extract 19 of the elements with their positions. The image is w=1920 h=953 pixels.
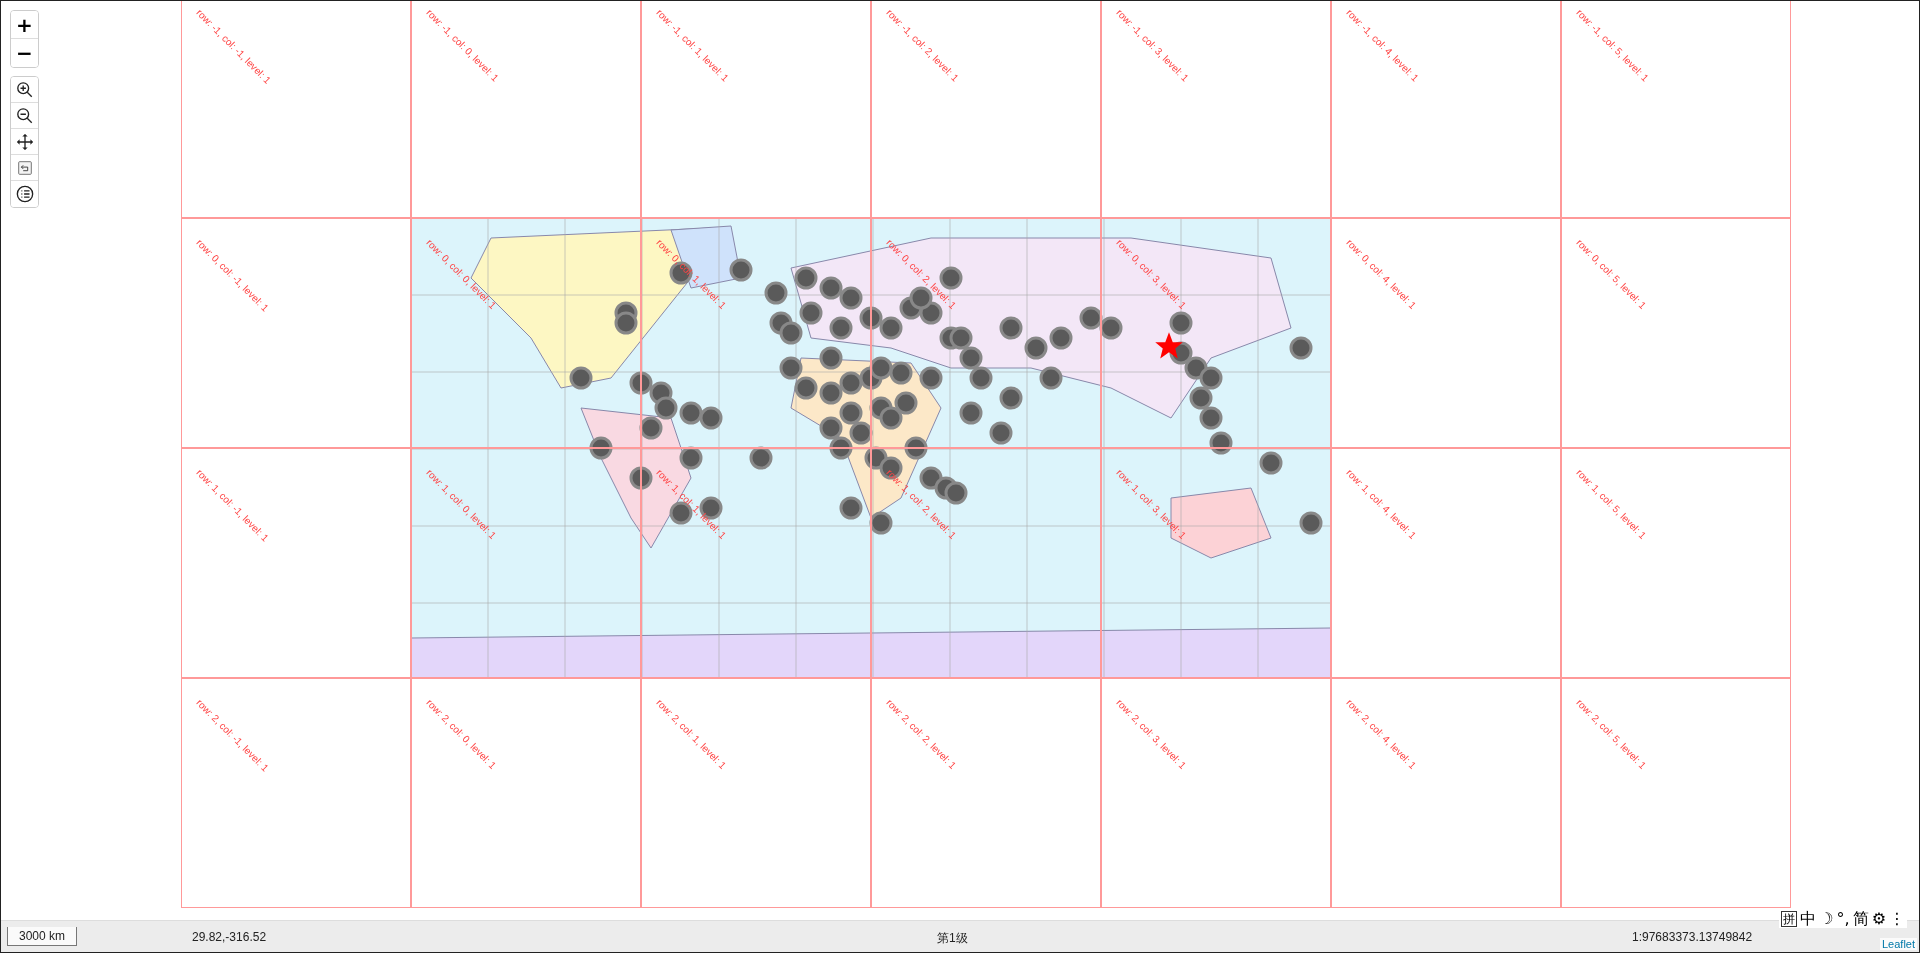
zoom-in-button[interactable] — [11, 77, 38, 103]
move-arrows-icon — [15, 132, 34, 151]
ime-button[interactable]: ⚙ — [1871, 910, 1886, 928]
ime-button[interactable]: 简 — [1852, 910, 1869, 928]
zoom-out-icon — [15, 106, 34, 125]
ime-button[interactable]: ☽ — [1819, 910, 1834, 928]
attribution-link[interactable]: Leaflet — [1879, 938, 1917, 950]
list-icon — [15, 185, 34, 203]
zoom-in-icon — [15, 80, 34, 99]
scale-ratio-text: 1:97683373.13749842 — [1632, 930, 1753, 944]
zoom-in-button[interactable]: + — [11, 11, 38, 39]
ime-button[interactable]: 中 — [1800, 910, 1817, 928]
ime-button[interactable]: 拼 — [1781, 911, 1798, 927]
scale-bar: 3000 km — [7, 927, 77, 946]
zoom-level-text: 第1级 — [937, 930, 968, 947]
ime-button[interactable]: °, — [1836, 910, 1850, 928]
star-marker-icon — [1154, 331, 1184, 361]
coordinates-text: 29.82,-316.52 — [192, 930, 267, 944]
ime-button[interactable]: ⋮ — [1889, 910, 1905, 928]
